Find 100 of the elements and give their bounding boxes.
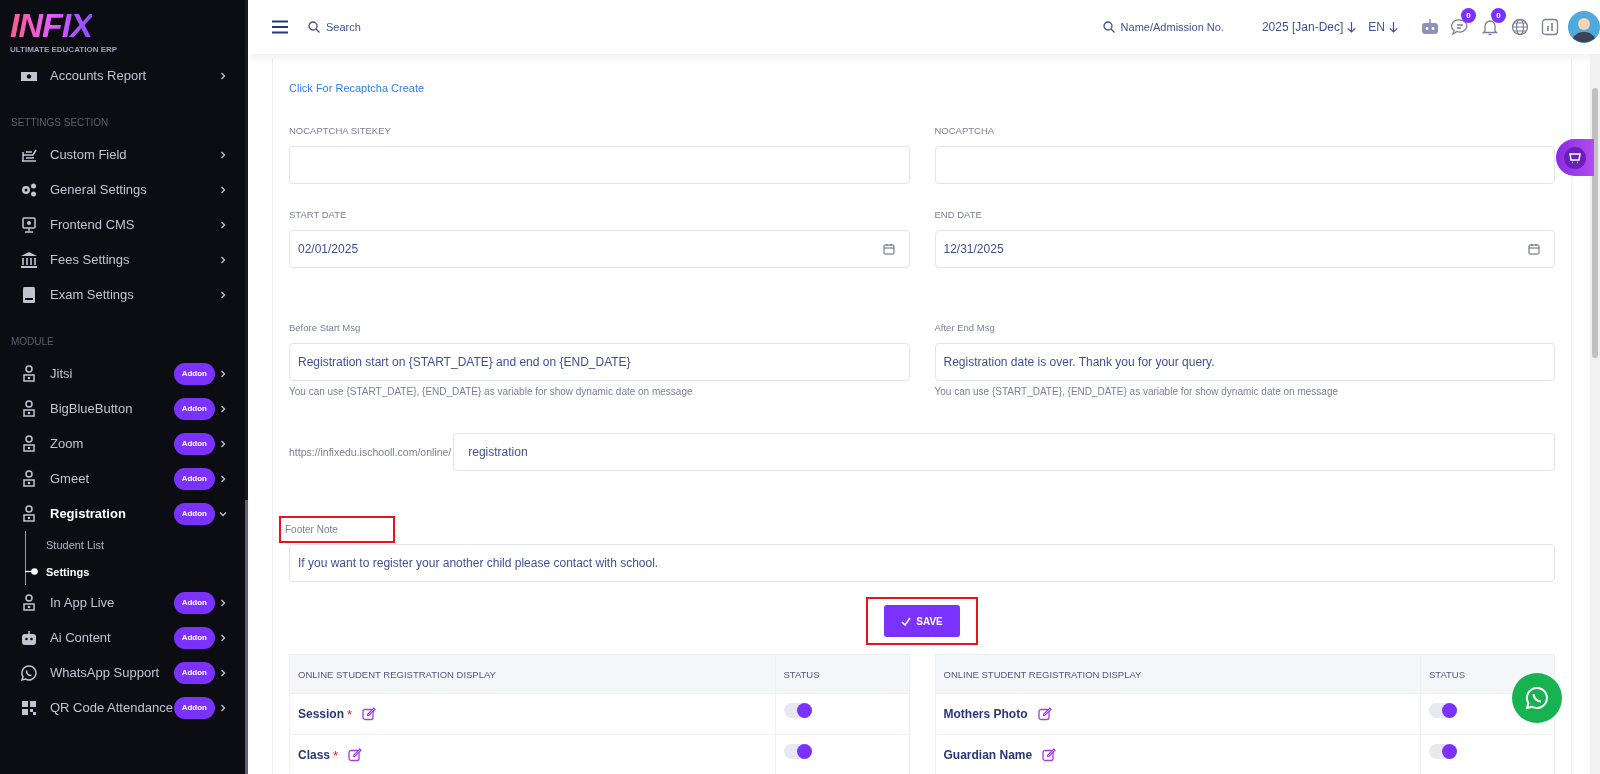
input-field[interactable]	[934, 146, 1555, 184]
chevron-icon	[219, 220, 227, 229]
field-label: Footer Note	[279, 516, 395, 543]
recaptcha-link[interactable]: Click For Recaptcha Create	[289, 82, 425, 94]
addon-badge: Addon	[173, 591, 215, 614]
sidebar-item[interactable]: BigBlueButton Addon	[0, 391, 245, 426]
field-label: NOCAPTCHA	[934, 125, 996, 137]
person-icon	[20, 364, 38, 383]
sidebar-item[interactable]: Registration Addon	[0, 496, 245, 531]
input-field[interactable]: Registration date is over. Thank you for your query.	[934, 343, 1555, 381]
search-field[interactable]: Search	[308, 21, 361, 33]
edit-icon[interactable]	[362, 707, 377, 721]
section-heading: SETTINGS SECTION	[10, 116, 110, 130]
person-icon	[20, 434, 38, 453]
chevron-icon	[219, 185, 227, 194]
input-field[interactable]	[289, 146, 910, 184]
sidebar-item[interactable]: Ai Content Addon	[0, 620, 245, 655]
avatar[interactable]	[1568, 11, 1600, 43]
student-search-field[interactable]: Name/Admission No.	[1102, 21, 1224, 33]
bell-icon[interactable]	[1480, 17, 1500, 37]
url-prefix: https://infixedu.ischooll.com/online/	[289, 446, 452, 458]
date-field[interactable]: 02/01/2025	[289, 230, 910, 268]
toggle-switch[interactable]	[1429, 743, 1457, 759]
sidebar-scrollbar[interactable]	[245, 500, 248, 774]
sidebar-item[interactable]: Fees Settings	[0, 242, 245, 277]
edit-icon[interactable]	[1042, 748, 1057, 762]
toggle-switch[interactable]	[783, 743, 812, 759]
chevron-icon	[219, 598, 227, 607]
toggle-switch[interactable]	[1429, 702, 1457, 718]
cart-button[interactable]	[1556, 139, 1594, 176]
globe-icon[interactable]	[1510, 17, 1530, 37]
save-button[interactable]: SAVE	[884, 605, 960, 637]
help-text: You can use {START_DATE}, {END_DATE} as variable for show dynamic date on message	[934, 386, 1340, 397]
sidebar-item[interactable]: Custom Field	[0, 137, 245, 172]
person-icon	[20, 399, 38, 418]
sidebar-item[interactable]: Jitsi Addon	[0, 356, 245, 391]
book-icon	[20, 285, 38, 304]
logo-tagline: ULTIMATE EDUCATION ERP	[10, 45, 118, 54]
addon-badge: Addon	[173, 661, 215, 684]
column-header: STATUS	[774, 655, 909, 693]
chart-icon[interactable]	[1540, 17, 1560, 37]
input-field[interactable]: If you want to register your another child please contact with school.	[289, 544, 1555, 582]
sidebar-item[interactable]: General Settings	[0, 172, 245, 207]
help-text: You can use {START_DATE}, {END_DATE} as variable for show dynamic date on message	[289, 386, 694, 397]
field-name: Guardian Name	[943, 748, 1033, 762]
addon-badge: Addon	[173, 467, 215, 490]
input-field[interactable]: Registration start on {START_DATE} and end on {END_DATE}	[289, 343, 910, 381]
field-name: Class	[298, 748, 331, 762]
field-name: Mothers Photo	[943, 707, 1028, 721]
check-icon	[901, 616, 912, 626]
person-icon	[20, 593, 38, 612]
qr-code-icon	[20, 698, 38, 717]
input-field[interactable]: registration	[453, 433, 1555, 471]
date-field[interactable]: 12/31/2025	[934, 230, 1555, 268]
language-dropdown[interactable]: EN	[1368, 20, 1398, 34]
count-badge: 0	[1461, 8, 1476, 23]
field-name: Session	[298, 707, 345, 721]
scrollbar[interactable]	[1590, 54, 1600, 774]
sidebar-item[interactable]: Gmeet Addon	[0, 461, 245, 496]
sidebar-item[interactable]: In App Live Addon	[0, 585, 245, 620]
required-mark: *	[347, 706, 353, 722]
robot-icon	[20, 628, 38, 647]
edit-icon[interactable]	[348, 748, 363, 762]
bank-icon	[20, 250, 38, 269]
sidebar-item[interactable]: Accounts Report	[0, 58, 245, 93]
field-label: START DATE	[289, 209, 348, 221]
field-label: Before Start Msg	[289, 322, 362, 334]
addon-badge: Addon	[173, 362, 215, 385]
sidebar-item[interactable]: QR Code Attendance Addon	[0, 690, 245, 725]
whatsapp-icon	[20, 663, 38, 682]
robot-icon[interactable]	[1420, 17, 1440, 37]
addon-badge: Addon	[173, 696, 215, 719]
whatsapp-button[interactable]	[1512, 673, 1562, 723]
chat-icon[interactable]	[1450, 17, 1470, 37]
whatsapp-icon	[1524, 685, 1550, 711]
sidebar-item[interactable]: Zoom Addon	[0, 426, 245, 461]
submenu-item[interactable]: Student List	[46, 531, 245, 558]
edit-icon[interactable]	[1037, 707, 1052, 721]
chevron-icon	[219, 255, 227, 264]
toggle-switch[interactable]	[783, 702, 812, 718]
menu-icon[interactable]	[272, 20, 288, 34]
sidebar-item[interactable]: Exam Settings	[0, 277, 245, 312]
column-header: ONLINE STUDENT REGISTRATION DISPLAY	[297, 667, 497, 682]
chevron-icon	[219, 633, 227, 642]
submenu-item[interactable]: Settings	[46, 558, 245, 585]
sidebar-item[interactable]: Frontend CMS	[0, 207, 245, 242]
required-mark: *	[333, 747, 339, 763]
session-dropdown[interactable]: 2025 [Jan-Dec]	[1261, 20, 1357, 34]
section-heading: MODULE	[10, 335, 55, 349]
chevron-icon	[219, 290, 227, 299]
count-badge: 0	[1491, 8, 1506, 23]
calendar-icon	[1528, 243, 1540, 255]
field-label: END DATE	[934, 209, 983, 221]
chevron-icon	[219, 668, 227, 677]
search-icon	[308, 21, 320, 33]
person-icon	[20, 469, 38, 488]
monitor-icon	[20, 215, 38, 234]
chevron-icon	[219, 71, 227, 80]
sidebar-item[interactable]: WhatsApp Support Addon	[0, 655, 245, 690]
field-label: NOCAPTCHA SITEKEY	[289, 125, 392, 137]
